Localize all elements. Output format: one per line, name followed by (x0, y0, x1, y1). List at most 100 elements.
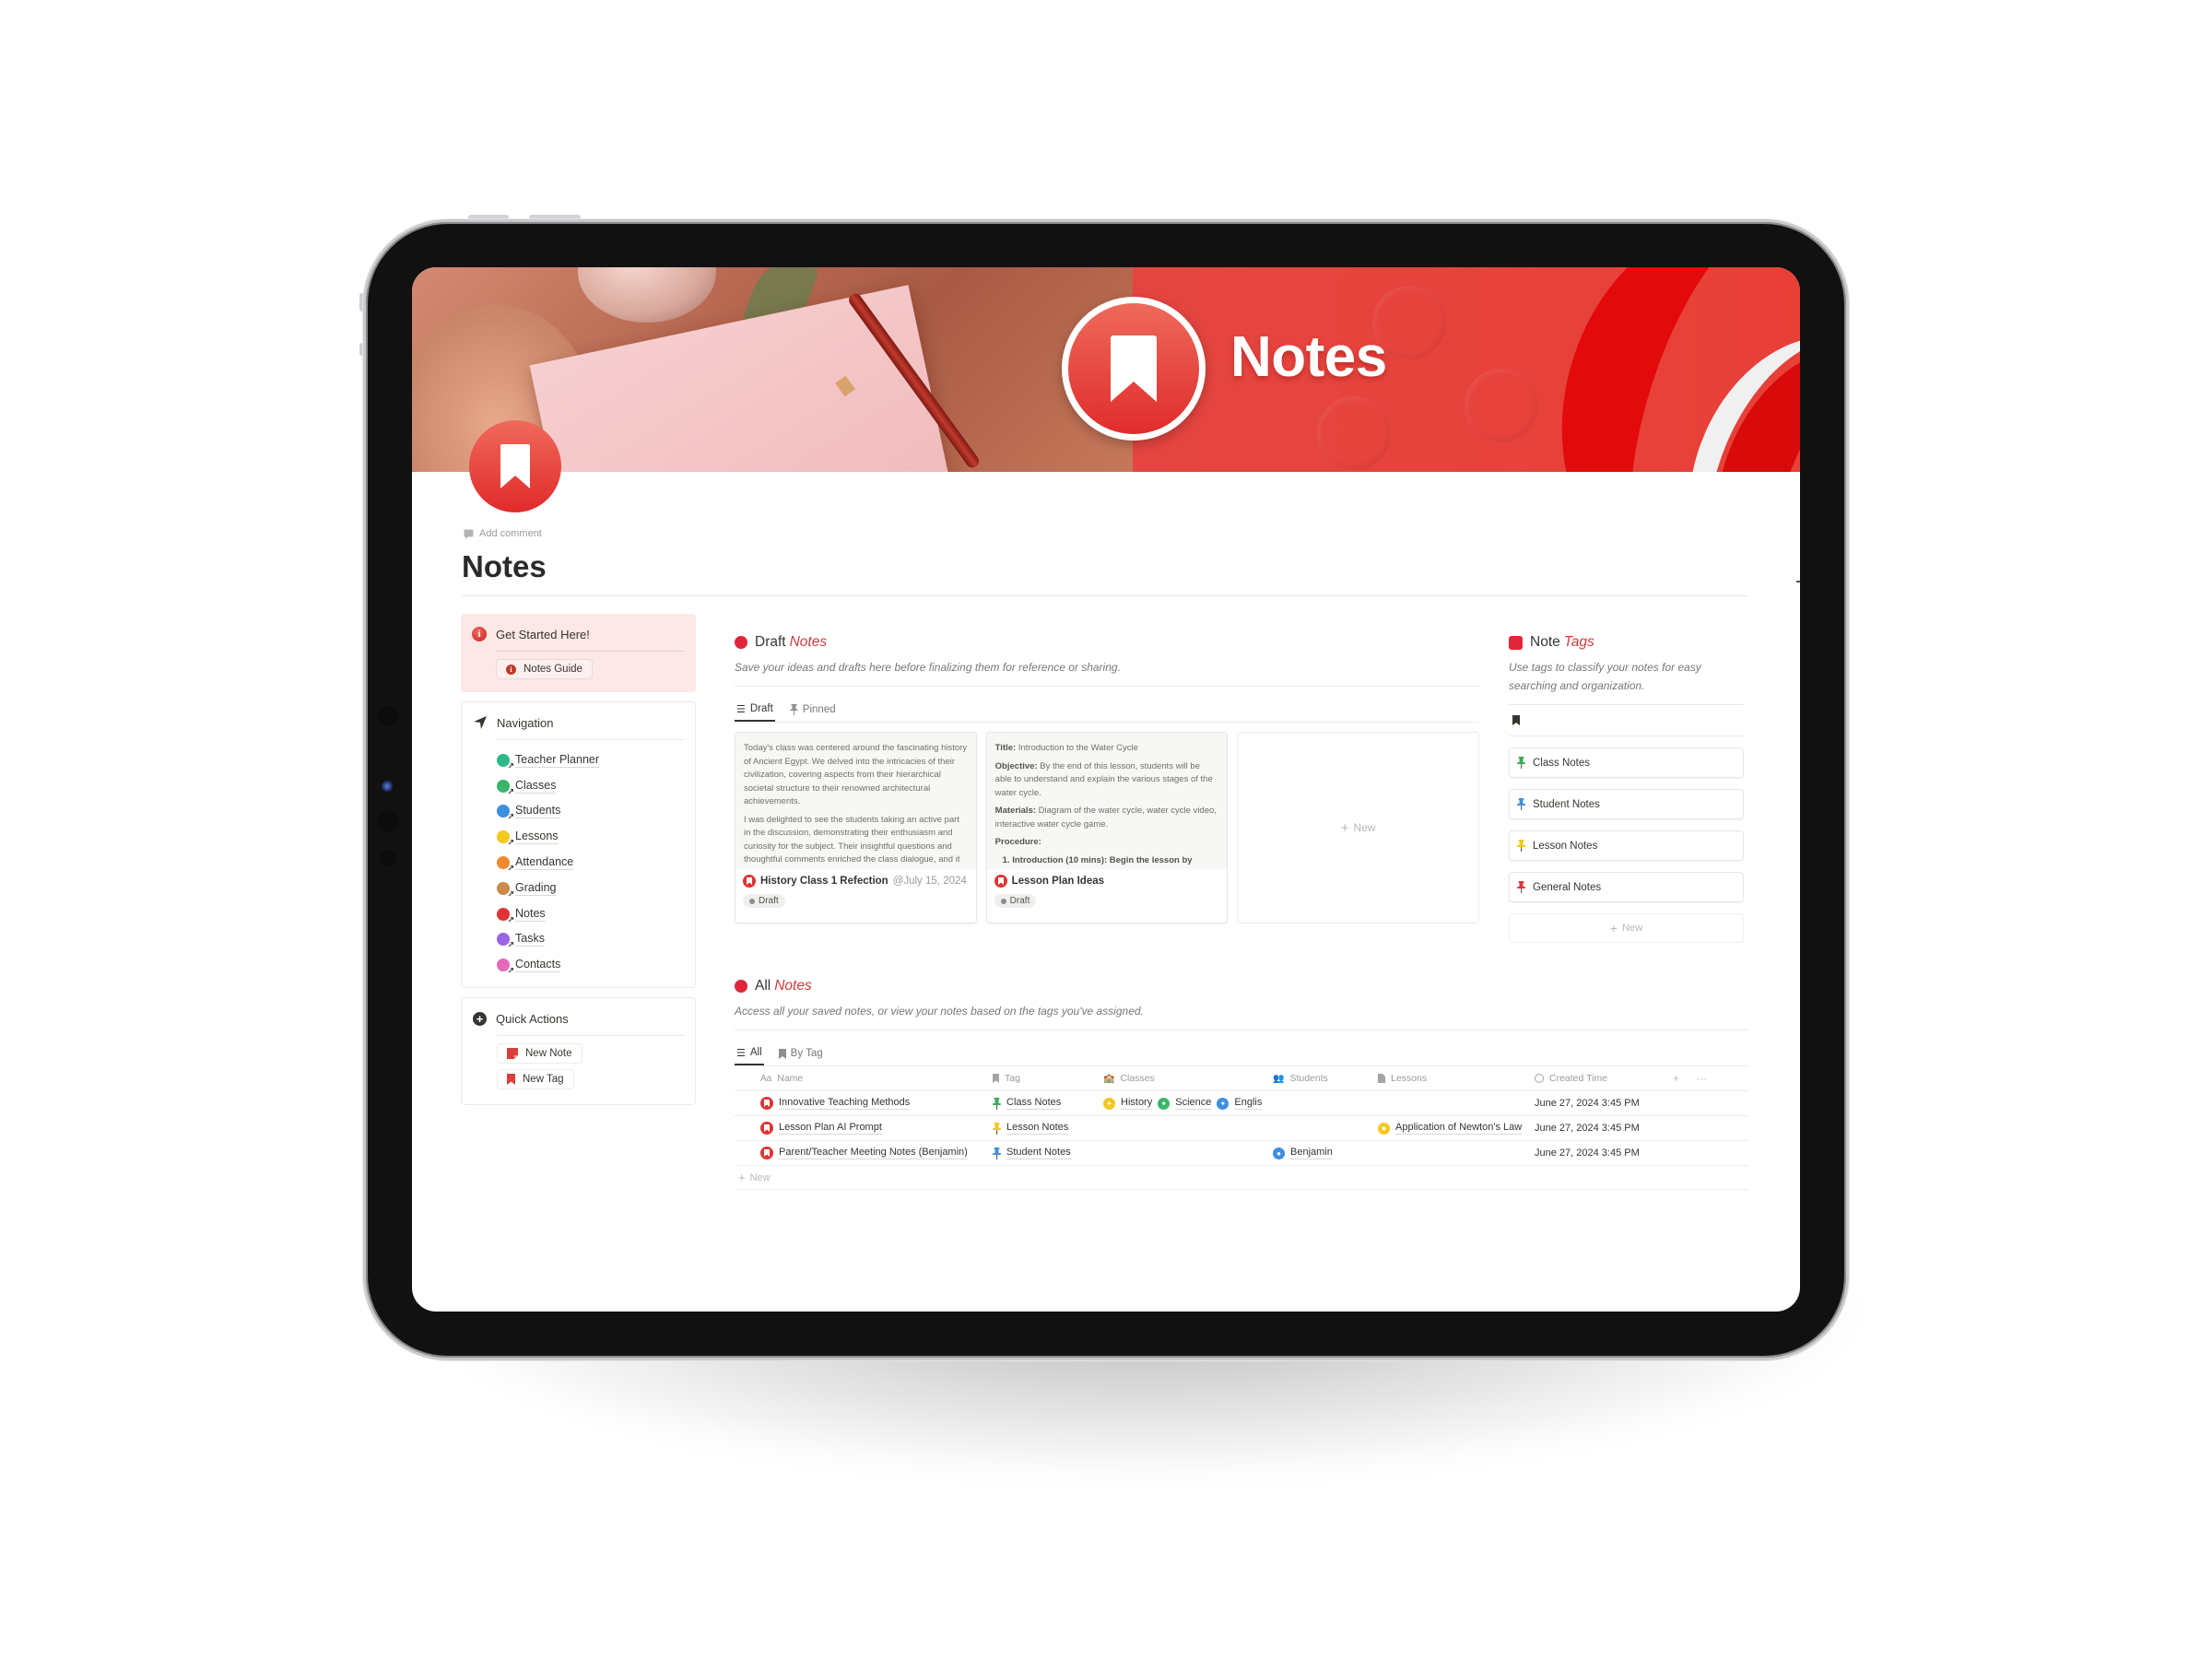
note-tags-section: Note Tags Use tags to classify your note… (1509, 634, 1744, 943)
tag-card-general-notes[interactable]: General Notes (1509, 872, 1744, 902)
student-relation[interactable]: Benjamin (1290, 1147, 1333, 1159)
table-row[interactable]: Innovative Teaching Methods Class Notes ✦ H… (735, 1091, 1748, 1116)
notion-page: Notes Add comment Notes i Get Started He… (412, 267, 1800, 1312)
cell-tag[interactable]: Class Notes (993, 1097, 1103, 1110)
note-bookmark-icon (743, 875, 756, 888)
class-relation[interactable]: History (1121, 1097, 1153, 1110)
add-property-button[interactable]: + (1673, 1072, 1679, 1085)
nav-link-label: Lessons (515, 830, 559, 845)
new-tag-button[interactable]: New Tag (497, 1069, 574, 1090)
divider (735, 686, 1479, 687)
cell-tag[interactable]: Student Notes (993, 1147, 1103, 1159)
cover-banner[interactable]: Notes (412, 267, 1800, 472)
new-tag-label: New Tag (523, 1074, 564, 1086)
info-icon: i (472, 627, 487, 641)
nav-link-students[interactable]: Students (497, 799, 684, 825)
add-comment-button[interactable]: Add comment (464, 528, 542, 539)
cell-lessons[interactable]: ★ Application of Newton's Law (1378, 1122, 1535, 1135)
nav-link-label: Notes (515, 906, 546, 922)
nav-link-label: Classes (515, 778, 557, 794)
column-label: Tag (1005, 1073, 1020, 1084)
page-icon[interactable] (469, 420, 561, 512)
plus-icon: + (1340, 819, 1349, 836)
plus-icon: + (738, 1171, 746, 1184)
column-classes[interactable]: 🏫 Classes (1103, 1073, 1273, 1084)
page-title[interactable]: Notes (462, 549, 547, 584)
new-label: New (1353, 821, 1376, 834)
cell-students[interactable]: ● Benjamin (1273, 1147, 1378, 1159)
lesson-relation[interactable]: Application of Newton's Law (1395, 1122, 1523, 1135)
tag-card-lesson-notes[interactable]: Lesson Notes (1509, 830, 1744, 861)
nav-link-notes[interactable]: Notes (497, 901, 684, 927)
card-preview: Today's class was centered around the fa… (735, 733, 976, 869)
nav-link-teacher-planner[interactable]: Teacher Planner (497, 747, 684, 773)
class-relation[interactable]: Englis (1234, 1097, 1263, 1110)
red-circle-icon (735, 636, 747, 649)
note-card[interactable]: Today's class was centered around the fa… (735, 732, 977, 924)
new-note-label: New Note (525, 1048, 572, 1060)
nav-link-attendance[interactable]: Attendance (497, 850, 684, 876)
cell-tag[interactable]: Lesson Notes (993, 1122, 1103, 1135)
column-created-time[interactable]: Created Time (1535, 1073, 1673, 1084)
new-row-button[interactable]: + New (735, 1166, 1748, 1190)
created-time: June 27, 2024 3:45 PM (1535, 1098, 1640, 1109)
bookmark-icon[interactable] (1512, 715, 1520, 725)
preview-paragraph: Today's class was centered around the fa… (744, 743, 968, 806)
tab-all[interactable]: ☰ All (735, 1041, 764, 1065)
notes-guide-button[interactable]: i Notes Guide (496, 659, 593, 679)
preview-label: Title: (994, 743, 1017, 753)
cell-classes[interactable]: ✦ History ✦ Science ✦ Englis (1103, 1097, 1273, 1110)
nav-link-grading[interactable]: Grading (497, 876, 684, 901)
tag-list: Class Notes Student Notes Lesson Notes Gene… (1509, 747, 1744, 902)
new-note-button[interactable]: New Note (497, 1043, 582, 1065)
draft-notes-section: Draft Notes Save your ideas and drafts h… (735, 634, 1480, 924)
scroll-indicator (1796, 581, 1800, 582)
tag-card-student-notes[interactable]: Student Notes (1509, 789, 1744, 819)
nav-link-tasks[interactable]: Tasks (497, 927, 684, 953)
column-students[interactable]: 👥 Students (1273, 1073, 1378, 1084)
cover-bookmark-badge (1062, 297, 1206, 441)
bookmark-icon (778, 1048, 786, 1059)
navigation-list: Teacher Planner Classes Students Lessons Att… (497, 747, 684, 978)
student-avatar-icon: ● (1273, 1147, 1285, 1159)
device-sensor (380, 850, 396, 866)
school-icon: 🏫 (1103, 1073, 1115, 1084)
bookmark-icon (1111, 335, 1157, 402)
card-date: @July 15, 2024 (892, 876, 967, 887)
list-icon: ☰ (736, 1047, 746, 1059)
new-card-button[interactable]: + New (1237, 732, 1480, 924)
tab-by-tag[interactable]: By Tag (777, 1041, 825, 1065)
page-link-icon (497, 881, 514, 900)
tag-card-class-notes[interactable]: Class Notes (1509, 747, 1744, 778)
table-row[interactable]: Lesson Plan AI Prompt Lesson Notes ★ Applic… (735, 1116, 1748, 1141)
tab-pinned[interactable]: Pinned (788, 698, 838, 722)
tag-relation: Lesson Notes (1006, 1122, 1069, 1135)
preview-paragraph: I was delighted to see the students taki… (744, 814, 960, 865)
info-icon: i (506, 664, 516, 675)
card-preview: Title: Introduction to the Water Cycle O… (986, 733, 1228, 869)
column-name[interactable]: Aa Name (735, 1073, 993, 1084)
column-tag[interactable]: Tag (993, 1073, 1103, 1084)
nav-link-lessons[interactable]: Lessons (497, 824, 684, 850)
status-label: Draft (759, 896, 779, 906)
new-tag-card-button[interactable]: + New (1509, 913, 1744, 943)
nav-link-contacts[interactable]: Contacts (497, 952, 684, 978)
nav-link-classes[interactable]: Classes (497, 773, 684, 799)
column-lessons[interactable]: Lessons (1378, 1073, 1535, 1084)
all-notes-section: All Notes Access all your saved notes, o… (735, 978, 1748, 1190)
note-card[interactable]: Title: Introduction to the Water Cycle O… (985, 732, 1229, 924)
more-options-button[interactable]: ··· (1696, 1072, 1707, 1085)
page-link-icon (497, 907, 514, 925)
class-relation[interactable]: Science (1175, 1097, 1212, 1110)
page-link-icon (497, 779, 514, 797)
all-notes-description: Access all your saved notes, or view you… (735, 1005, 1144, 1018)
get-started-callout: i Get Started Here! i Notes Guide (461, 614, 696, 692)
pushpin-icon (993, 1122, 1001, 1135)
cell-name[interactable]: Lesson Plan AI Prompt (735, 1122, 993, 1135)
table-row[interactable]: Parent/Teacher Meeting Notes (Benjamin) S… (735, 1141, 1748, 1166)
cell-name[interactable]: Parent/Teacher Meeting Notes (Benjamin) (735, 1147, 993, 1159)
tab-draft[interactable]: ☰ Draft (735, 698, 775, 722)
column-label: Name (777, 1073, 804, 1084)
tag-label: Lesson Notes (1533, 840, 1598, 852)
cell-name[interactable]: Innovative Teaching Methods (735, 1097, 993, 1110)
